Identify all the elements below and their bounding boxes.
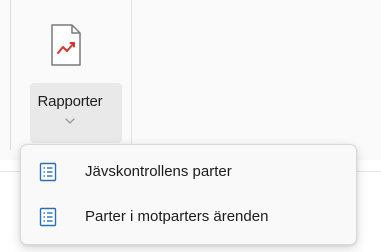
- menu-item-label: Jävskontrollens parter: [85, 163, 232, 180]
- menu-item-label: Parter i motparters ärenden: [85, 208, 269, 225]
- report-chart-icon: [51, 24, 81, 66]
- menu-item-javskontrollens-parter[interactable]: Jävskontrollens parter: [27, 152, 350, 192]
- list-document-icon: [39, 207, 57, 227]
- chevron-down-icon[interactable]: [63, 116, 77, 126]
- rapporter-label: Rapporter: [37, 93, 103, 110]
- ribbon-group-separator: [131, 0, 132, 150]
- rapporter-button[interactable]: Rapporter: [17, 10, 123, 144]
- rapporter-dropdown-menu: Jävskontrollens parter Parter i motparte…: [20, 144, 357, 245]
- menu-item-parter-i-motparters-arenden[interactable]: Parter i motparters ärenden: [27, 197, 350, 237]
- ribbon-border: [10, 0, 11, 150]
- list-document-icon: [39, 162, 57, 182]
- rapporter-dropdown-highlight: [30, 83, 122, 143]
